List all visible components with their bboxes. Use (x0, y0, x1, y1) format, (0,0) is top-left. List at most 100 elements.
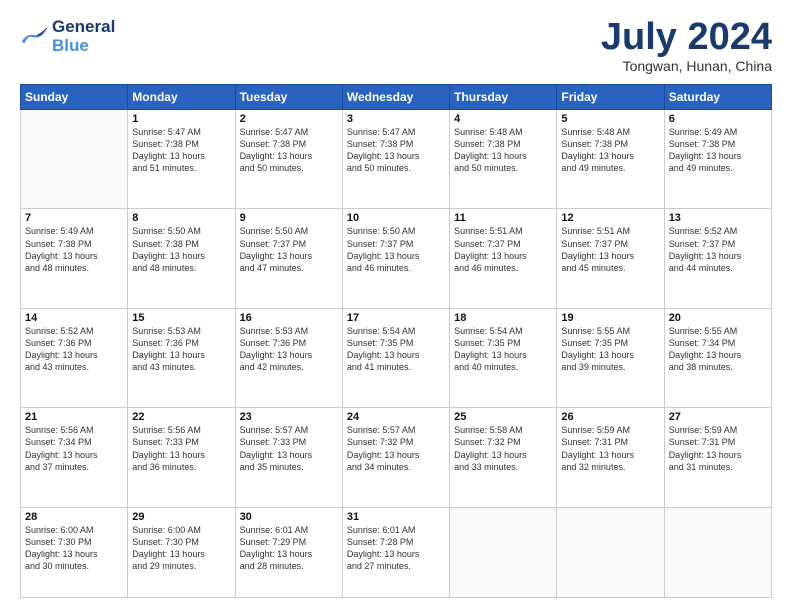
cell-content: Sunrise: 5:57 AM Sunset: 7:33 PM Dayligh… (240, 424, 338, 473)
day-number: 13 (669, 212, 767, 224)
day-number: 6 (669, 113, 767, 125)
cell-content: Sunrise: 5:52 AM Sunset: 7:37 PM Dayligh… (669, 225, 767, 274)
cell-content: Sunrise: 5:47 AM Sunset: 7:38 PM Dayligh… (132, 126, 230, 175)
day-number: 11 (454, 212, 552, 224)
day-number: 18 (454, 312, 552, 324)
day-number: 27 (669, 411, 767, 423)
calendar-cell: 15Sunrise: 5:53 AM Sunset: 7:36 PM Dayli… (128, 308, 235, 407)
calendar-cell: 23Sunrise: 5:57 AM Sunset: 7:33 PM Dayli… (235, 408, 342, 507)
day-number: 21 (25, 411, 123, 423)
calendar-cell: 24Sunrise: 5:57 AM Sunset: 7:32 PM Dayli… (342, 408, 449, 507)
day-number: 19 (561, 312, 659, 324)
cell-content: Sunrise: 5:50 AM Sunset: 7:37 PM Dayligh… (240, 225, 338, 274)
calendar-cell: 18Sunrise: 5:54 AM Sunset: 7:35 PM Dayli… (450, 308, 557, 407)
calendar-header-saturday: Saturday (664, 85, 771, 110)
cell-content: Sunrise: 5:47 AM Sunset: 7:38 PM Dayligh… (240, 126, 338, 175)
calendar-header-row: SundayMondayTuesdayWednesdayThursdayFrid… (21, 85, 772, 110)
day-number: 24 (347, 411, 445, 423)
day-number: 25 (454, 411, 552, 423)
calendar-cell: 8Sunrise: 5:50 AM Sunset: 7:38 PM Daylig… (128, 209, 235, 308)
day-number: 2 (240, 113, 338, 125)
calendar-cell: 20Sunrise: 5:55 AM Sunset: 7:34 PM Dayli… (664, 308, 771, 407)
cell-content: Sunrise: 5:55 AM Sunset: 7:35 PM Dayligh… (561, 325, 659, 374)
calendar-week-row: 7Sunrise: 5:49 AM Sunset: 7:38 PM Daylig… (21, 209, 772, 308)
calendar-cell: 6Sunrise: 5:49 AM Sunset: 7:38 PM Daylig… (664, 110, 771, 209)
calendar-cell: 31Sunrise: 6:01 AM Sunset: 7:28 PM Dayli… (342, 507, 449, 597)
cell-content: Sunrise: 5:49 AM Sunset: 7:38 PM Dayligh… (25, 225, 123, 274)
calendar-cell: 3Sunrise: 5:47 AM Sunset: 7:38 PM Daylig… (342, 110, 449, 209)
calendar-cell: 12Sunrise: 5:51 AM Sunset: 7:37 PM Dayli… (557, 209, 664, 308)
calendar-cell: 27Sunrise: 5:59 AM Sunset: 7:31 PM Dayli… (664, 408, 771, 507)
cell-content: Sunrise: 5:51 AM Sunset: 7:37 PM Dayligh… (454, 225, 552, 274)
cell-content: Sunrise: 5:53 AM Sunset: 7:36 PM Dayligh… (240, 325, 338, 374)
calendar-cell: 16Sunrise: 5:53 AM Sunset: 7:36 PM Dayli… (235, 308, 342, 407)
cell-content: Sunrise: 5:50 AM Sunset: 7:38 PM Dayligh… (132, 225, 230, 274)
logo: General Blue (20, 18, 115, 55)
cell-content: Sunrise: 5:48 AM Sunset: 7:38 PM Dayligh… (561, 126, 659, 175)
calendar-cell: 4Sunrise: 5:48 AM Sunset: 7:38 PM Daylig… (450, 110, 557, 209)
day-number: 9 (240, 212, 338, 224)
calendar-header-monday: Monday (128, 85, 235, 110)
calendar-cell: 19Sunrise: 5:55 AM Sunset: 7:35 PM Dayli… (557, 308, 664, 407)
day-number: 20 (669, 312, 767, 324)
cell-content: Sunrise: 5:58 AM Sunset: 7:32 PM Dayligh… (454, 424, 552, 473)
day-number: 3 (347, 113, 445, 125)
calendar-cell: 9Sunrise: 5:50 AM Sunset: 7:37 PM Daylig… (235, 209, 342, 308)
cell-content: Sunrise: 5:51 AM Sunset: 7:37 PM Dayligh… (561, 225, 659, 274)
logo-text-line2: Blue (52, 37, 115, 56)
calendar-cell: 2Sunrise: 5:47 AM Sunset: 7:38 PM Daylig… (235, 110, 342, 209)
cell-content: Sunrise: 5:48 AM Sunset: 7:38 PM Dayligh… (454, 126, 552, 175)
cell-content: Sunrise: 5:50 AM Sunset: 7:37 PM Dayligh… (347, 225, 445, 274)
day-number: 4 (454, 113, 552, 125)
calendar-cell: 13Sunrise: 5:52 AM Sunset: 7:37 PM Dayli… (664, 209, 771, 308)
calendar-cell: 14Sunrise: 5:52 AM Sunset: 7:36 PM Dayli… (21, 308, 128, 407)
calendar-cell: 22Sunrise: 5:56 AM Sunset: 7:33 PM Dayli… (128, 408, 235, 507)
cell-content: Sunrise: 5:52 AM Sunset: 7:36 PM Dayligh… (25, 325, 123, 374)
title-block: July 2024 Tongwan, Hunan, China (601, 18, 772, 74)
logo-icon (20, 27, 48, 47)
day-number: 31 (347, 511, 445, 523)
calendar-week-row: 1Sunrise: 5:47 AM Sunset: 7:38 PM Daylig… (21, 110, 772, 209)
cell-content: Sunrise: 5:56 AM Sunset: 7:33 PM Dayligh… (132, 424, 230, 473)
day-number: 30 (240, 511, 338, 523)
calendar-cell: 30Sunrise: 6:01 AM Sunset: 7:29 PM Dayli… (235, 507, 342, 597)
calendar-cell: 11Sunrise: 5:51 AM Sunset: 7:37 PM Dayli… (450, 209, 557, 308)
day-number: 15 (132, 312, 230, 324)
logo-text-line1: General (52, 18, 115, 37)
calendar-header-thursday: Thursday (450, 85, 557, 110)
cell-content: Sunrise: 5:53 AM Sunset: 7:36 PM Dayligh… (132, 325, 230, 374)
calendar-cell: 21Sunrise: 5:56 AM Sunset: 7:34 PM Dayli… (21, 408, 128, 507)
calendar-table: SundayMondayTuesdayWednesdayThursdayFrid… (20, 84, 772, 598)
calendar-week-row: 28Sunrise: 6:00 AM Sunset: 7:30 PM Dayli… (21, 507, 772, 597)
calendar-cell (21, 110, 128, 209)
calendar-header-sunday: Sunday (21, 85, 128, 110)
day-number: 23 (240, 411, 338, 423)
calendar-cell: 28Sunrise: 6:00 AM Sunset: 7:30 PM Dayli… (21, 507, 128, 597)
cell-content: Sunrise: 6:00 AM Sunset: 7:30 PM Dayligh… (25, 524, 123, 573)
day-number: 1 (132, 113, 230, 125)
calendar-week-row: 14Sunrise: 5:52 AM Sunset: 7:36 PM Dayli… (21, 308, 772, 407)
page: General Blue July 2024 Tongwan, Hunan, C… (0, 0, 792, 612)
day-number: 5 (561, 113, 659, 125)
day-number: 22 (132, 411, 230, 423)
calendar-header-wednesday: Wednesday (342, 85, 449, 110)
cell-content: Sunrise: 6:01 AM Sunset: 7:28 PM Dayligh… (347, 524, 445, 573)
month-title: July 2024 (601, 18, 772, 56)
day-number: 8 (132, 212, 230, 224)
calendar-cell: 26Sunrise: 5:59 AM Sunset: 7:31 PM Dayli… (557, 408, 664, 507)
cell-content: Sunrise: 5:59 AM Sunset: 7:31 PM Dayligh… (669, 424, 767, 473)
location: Tongwan, Hunan, China (601, 58, 772, 74)
day-number: 17 (347, 312, 445, 324)
day-number: 12 (561, 212, 659, 224)
day-number: 16 (240, 312, 338, 324)
calendar-cell: 25Sunrise: 5:58 AM Sunset: 7:32 PM Dayli… (450, 408, 557, 507)
cell-content: Sunrise: 5:57 AM Sunset: 7:32 PM Dayligh… (347, 424, 445, 473)
calendar-cell: 5Sunrise: 5:48 AM Sunset: 7:38 PM Daylig… (557, 110, 664, 209)
calendar-cell: 10Sunrise: 5:50 AM Sunset: 7:37 PM Dayli… (342, 209, 449, 308)
calendar-cell: 17Sunrise: 5:54 AM Sunset: 7:35 PM Dayli… (342, 308, 449, 407)
day-number: 28 (25, 511, 123, 523)
cell-content: Sunrise: 5:54 AM Sunset: 7:35 PM Dayligh… (347, 325, 445, 374)
cell-content: Sunrise: 5:56 AM Sunset: 7:34 PM Dayligh… (25, 424, 123, 473)
calendar-cell: 7Sunrise: 5:49 AM Sunset: 7:38 PM Daylig… (21, 209, 128, 308)
calendar-cell (664, 507, 771, 597)
